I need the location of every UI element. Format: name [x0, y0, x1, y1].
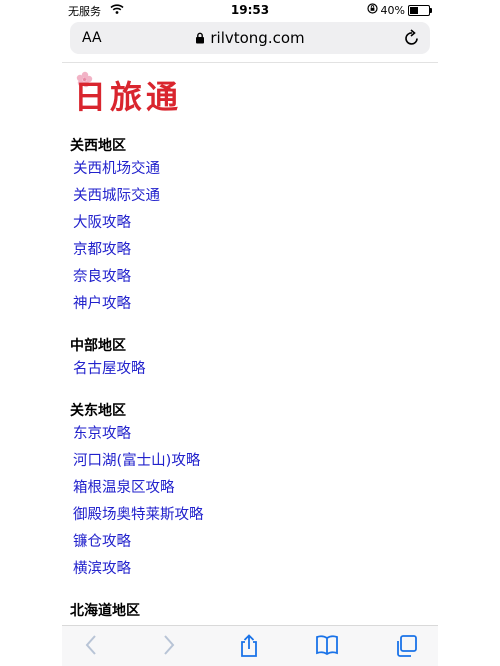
battery-percent: 40%: [380, 3, 405, 17]
region-sections: 关西地区 关西机场交通 关西城际交通 大阪攻略 京都攻略 奈良攻略 神户攻略 中…: [70, 136, 438, 621]
section-title: 关东地区: [70, 403, 126, 419]
link-item[interactable]: 神户攻略: [70, 291, 438, 318]
bookmarks-icon[interactable]: [315, 634, 339, 660]
section-kansai: 关西地区 关西机场交通 关西城际交通 大阪攻略 京都攻略 奈良攻略 神户攻略: [70, 136, 438, 318]
link-item[interactable]: 名古屋攻略: [70, 356, 438, 383]
url-display[interactable]: rilvtong.com: [70, 29, 430, 48]
section-chubu: 中部地区 名古屋攻略: [70, 336, 438, 383]
status-bar: 无服务 19:53 40%: [62, 0, 438, 20]
reload-icon[interactable]: [404, 29, 420, 51]
section-title: 关西地区: [70, 138, 126, 154]
back-icon[interactable]: [84, 634, 98, 660]
section-title: 中部地区: [70, 338, 126, 354]
site-logo[interactable]: 日旅通: [72, 70, 202, 114]
link-item[interactable]: 横滨攻略: [70, 556, 438, 583]
section-hokkaido: 北海道地区: [70, 601, 438, 621]
status-right: 40%: [366, 3, 432, 17]
link-item[interactable]: 京都攻略: [70, 237, 438, 264]
section-title: 北海道地区: [70, 603, 140, 619]
lock-icon: [195, 30, 205, 48]
link-item[interactable]: 河口湖(富士山)攻略: [70, 448, 438, 475]
link-item[interactable]: 关西城际交通: [70, 183, 438, 210]
link-list: 关西机场交通 关西城际交通 大阪攻略 京都攻略 奈良攻略 神户攻略: [70, 156, 438, 318]
link-item[interactable]: 关西机场交通: [70, 156, 438, 183]
link-item[interactable]: 东京攻略: [70, 421, 438, 448]
address-bar[interactable]: AA rilvtong.com: [70, 22, 430, 54]
url-text: rilvtong.com: [210, 29, 305, 47]
phone-screen: 无服务 19:53 40% AA rilvtong.com 日旅通 关西地区 关…: [62, 0, 438, 666]
bottom-toolbar: [62, 625, 438, 666]
page-content: 日旅通 关西地区 关西机场交通 关西城际交通 大阪攻略 京都攻略 奈良攻略 神户…: [62, 64, 438, 626]
share-icon[interactable]: [238, 634, 260, 662]
link-item[interactable]: 箱根温泉区攻略: [70, 475, 438, 502]
svg-text:日旅通: 日旅通: [74, 78, 182, 114]
link-list: 东京攻略 河口湖(富士山)攻略 箱根温泉区攻略 御殿场奥特莱斯攻略 镰仓攻略 横…: [70, 421, 438, 583]
link-item[interactable]: 奈良攻略: [70, 264, 438, 291]
link-list: 名古屋攻略: [70, 356, 438, 383]
battery-icon: [408, 4, 432, 16]
link-item[interactable]: 大阪攻略: [70, 210, 438, 237]
orientation-lock-icon: [366, 3, 378, 17]
section-kanto: 关东地区 东京攻略 河口湖(富士山)攻略 箱根温泉区攻略 御殿场奥特莱斯攻略 镰…: [70, 401, 438, 583]
forward-icon[interactable]: [162, 634, 176, 660]
header-divider: [62, 62, 438, 63]
link-item[interactable]: 御殿场奥特莱斯攻略: [70, 502, 438, 529]
link-item[interactable]: 镰仓攻略: [70, 529, 438, 556]
tabs-icon[interactable]: [394, 634, 418, 662]
